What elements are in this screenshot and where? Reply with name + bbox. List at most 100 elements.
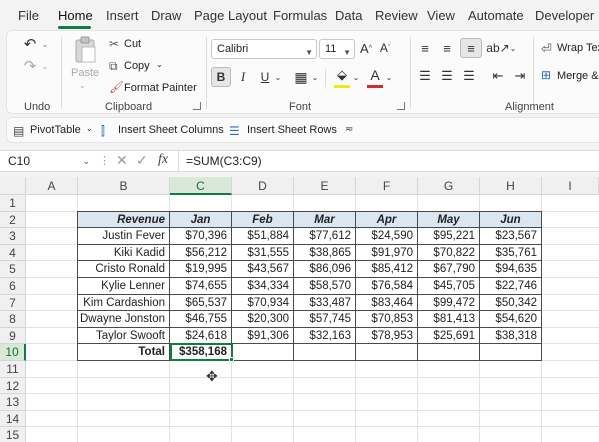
format-painter-label[interactable]: Format Painter: [124, 82, 197, 94]
paste-dropdown-icon[interactable]: ⌄: [79, 81, 86, 90]
row-header-11[interactable]: 11: [0, 361, 26, 378]
menu-automate[interactable]: Automate: [468, 8, 524, 23]
table-header-cell[interactable]: Feb: [232, 211, 293, 228]
menu-home[interactable]: Home: [58, 8, 93, 23]
wrap-text-icon[interactable]: ⏎: [541, 41, 552, 57]
formula-input[interactable]: =SUM(C3:C9): [186, 154, 262, 168]
table-cell[interactable]: $99,472: [418, 295, 479, 311]
decrease-font-icon[interactable]: Aˇ: [377, 39, 393, 57]
merge-icon[interactable]: ⊞: [541, 68, 551, 82]
table-row-label[interactable]: Justin Fever: [78, 228, 169, 244]
fill-dropdown-icon[interactable]: ⌄: [352, 67, 360, 87]
borders-dropdown-icon[interactable]: ⌄: [311, 67, 319, 87]
underline-button[interactable]: U: [257, 67, 273, 87]
undo-icon[interactable]: ↶: [19, 35, 41, 53]
clipboard-launcher-icon[interactable]: [193, 102, 201, 110]
table-cell[interactable]: $32,163: [294, 328, 355, 344]
table-cell[interactable]: $83,464: [356, 295, 417, 311]
column-header-f[interactable]: F: [356, 177, 418, 195]
table-cell[interactable]: $91,306: [232, 328, 293, 344]
wrap-text-label[interactable]: Wrap Tex: [557, 42, 599, 54]
font-color-icon[interactable]: A: [367, 65, 383, 85]
font-size-select[interactable]: 11 ▼: [319, 39, 355, 59]
row-header-1[interactable]: 1: [0, 195, 26, 212]
align-center-icon[interactable]: ☰: [438, 67, 456, 85]
table-cell[interactable]: $35,761: [480, 245, 541, 261]
menu-insert[interactable]: Insert: [106, 8, 139, 23]
fill-color-icon[interactable]: ⬙: [333, 65, 351, 85]
table-cell[interactable]: $33,487: [294, 295, 355, 311]
paste-label[interactable]: Paste: [71, 67, 99, 79]
table-cell[interactable]: $91,970: [356, 245, 417, 261]
menu-review[interactable]: Review: [375, 8, 418, 23]
row-header-4[interactable]: 4: [0, 244, 26, 262]
table-cell[interactable]: $25,691: [418, 328, 479, 344]
table-row-label[interactable]: Kylie Lenner: [78, 278, 169, 294]
table-cell[interactable]: $45,705: [418, 278, 479, 294]
table-header-cell[interactable]: Apr: [356, 211, 417, 228]
menu-developer[interactable]: Developer: [535, 8, 594, 23]
insert-columns-button[interactable]: Insert Sheet Columns: [118, 124, 224, 136]
redo-icon[interactable]: ↷: [19, 57, 41, 75]
font-color-dropdown-icon[interactable]: ⌄: [385, 67, 393, 87]
copy-icon[interactable]: ⧉: [109, 59, 118, 74]
row-header-5[interactable]: 5: [0, 261, 26, 278]
enter-icon[interactable]: ✓: [136, 152, 148, 169]
table-cell[interactable]: $54,620: [480, 311, 541, 327]
table-cell[interactable]: $70,853: [356, 311, 417, 327]
menu-draw[interactable]: Draw: [151, 8, 181, 23]
copy-label[interactable]: Copy: [124, 60, 150, 72]
insert-rows-button[interactable]: Insert Sheet Rows: [247, 124, 337, 136]
column-header-b[interactable]: B: [78, 177, 170, 195]
align-middle-icon[interactable]: ≡: [438, 39, 456, 57]
table-row-label[interactable]: Kim Cardashion: [78, 295, 169, 311]
table-row-label[interactable]: Cristo Ronald: [78, 261, 169, 277]
column-header-g[interactable]: G: [418, 177, 480, 195]
pivot-dropdown-icon[interactable]: ⌄: [86, 124, 93, 133]
table-cell[interactable]: $81,413: [418, 311, 479, 327]
table-header-cell[interactable]: Mar: [294, 211, 355, 228]
cut-label[interactable]: Cut: [124, 38, 141, 50]
pivot-table-icon[interactable]: ▤: [13, 124, 24, 138]
table-cell[interactable]: $70,934: [232, 295, 293, 311]
orientation-dropdown-icon[interactable]: ⌄: [509, 39, 517, 57]
table-cell[interactable]: $74,655: [170, 278, 231, 294]
underline-dropdown-icon[interactable]: ⌄: [274, 67, 282, 87]
table-header-cell[interactable]: Jan: [170, 211, 231, 228]
undo-dropdown-icon[interactable]: ⌄: [41, 35, 49, 53]
table-cell[interactable]: $78,953: [356, 328, 417, 344]
copy-dropdown-icon[interactable]: ⌄: [156, 60, 163, 69]
table-cell[interactable]: $43,567: [232, 261, 293, 277]
table-cell[interactable]: $65,537: [170, 295, 231, 311]
align-bottom-icon[interactable]: ≡: [460, 38, 482, 58]
menu-data[interactable]: Data: [335, 8, 362, 23]
row-header-3[interactable]: 3: [0, 228, 26, 245]
column-header-h[interactable]: H: [480, 177, 542, 195]
align-left-icon[interactable]: ☰: [416, 67, 434, 85]
table-cell[interactable]: $86,096: [294, 261, 355, 277]
menu-formulas[interactable]: Formulas: [273, 8, 327, 23]
insert-columns-icon[interactable]: ⫿: [101, 124, 105, 139]
decrease-indent-icon[interactable]: ⇤: [489, 67, 507, 85]
select-all-corner[interactable]: [0, 177, 26, 195]
fill-handle[interactable]: [229, 357, 234, 362]
row-header-6[interactable]: 6: [0, 278, 26, 295]
table-cell[interactable]: $77,612: [294, 228, 355, 244]
paste-icon[interactable]: [71, 35, 99, 65]
bold-button[interactable]: B: [211, 67, 231, 87]
more-options-icon[interactable]: ⋮: [99, 154, 110, 167]
table-cell[interactable]: $51,884: [232, 228, 293, 244]
column-header-a[interactable]: A: [26, 177, 78, 195]
table-cell[interactable]: $24,590: [356, 228, 417, 244]
table-header-cell[interactable]: Revenue: [78, 211, 169, 228]
scissors-icon[interactable]: ✂: [109, 37, 119, 51]
total-label[interactable]: Total: [78, 344, 169, 360]
row-header-2[interactable]: 2: [0, 211, 26, 229]
table-cell[interactable]: $70,822: [418, 245, 479, 261]
table-cell[interactable]: $58,570: [294, 278, 355, 294]
table-row-label[interactable]: Dwayne Jonston: [78, 311, 169, 327]
column-header-d[interactable]: D: [232, 177, 294, 195]
table-cell[interactable]: $23,567: [480, 228, 541, 244]
customize-icon[interactable]: ≂: [345, 124, 353, 135]
table-cell[interactable]: $22,746: [480, 278, 541, 294]
